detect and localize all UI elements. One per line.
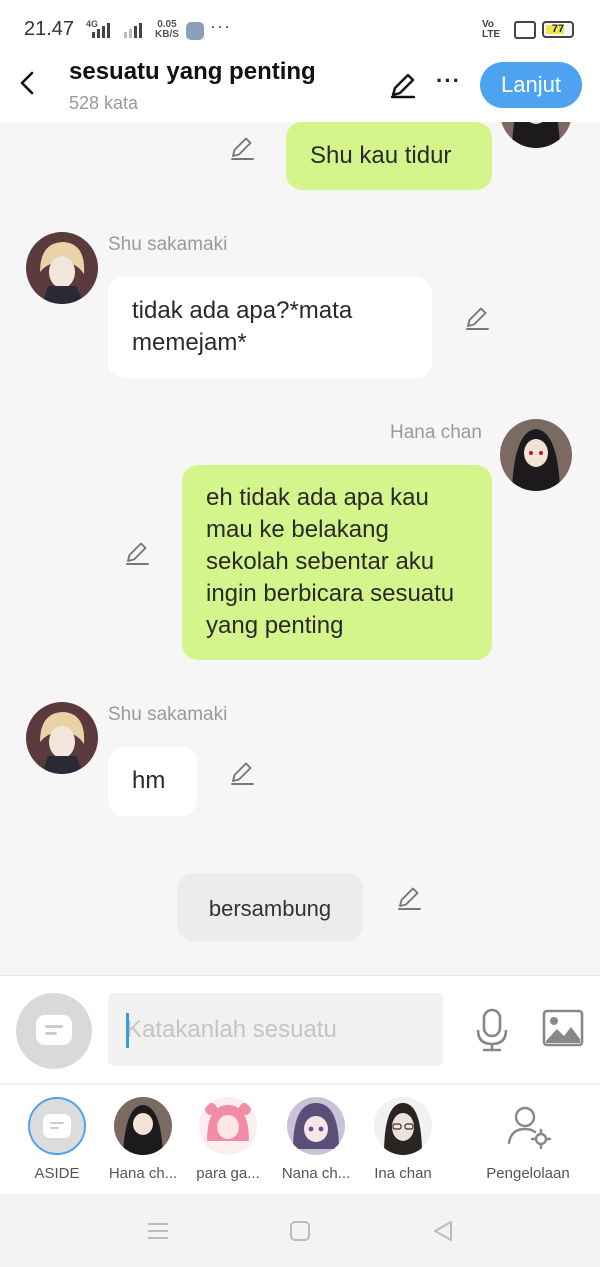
message-text: Shu kau tidur [310,142,452,169]
system-nav-bar [0,1194,600,1267]
avatar-shu[interactable] [26,232,98,304]
pencil-icon[interactable] [228,134,256,162]
character-label: Ina chan [374,1165,432,1182]
pencil-icon[interactable] [463,304,491,332]
sender-name: Shu sakamaki [108,234,228,255]
character-nana[interactable]: Nana ch... [268,1085,364,1195]
status-time: 21.47 [24,18,75,40]
pencil-icon[interactable] [395,884,423,912]
word-count: 528 kata [69,93,139,113]
volte-icon: Vo LTE [482,20,500,40]
signal-icon [92,22,110,38]
message-bubble[interactable]: tidak ada apa?*mata memejam* [108,277,432,378]
pencil-icon[interactable] [123,539,151,567]
avatar-hana[interactable] [500,122,572,148]
screen-record-icon [514,21,536,39]
avatar [114,1097,172,1155]
pencil-icon[interactable] [388,70,418,100]
message-bubble[interactable]: hm [108,747,197,816]
network-speed: 0.05 KB/S [155,20,179,40]
avatar-shu[interactable] [26,702,98,774]
aside-button[interactable] [16,993,92,1069]
chat-area[interactable]: Shu kau tidur Shu sakamaki tidak ada apa… [0,122,600,975]
battery-level: 77 [551,23,565,35]
message-input-bar [0,975,600,1083]
manage-user-icon [499,1097,557,1155]
pencil-icon[interactable] [228,759,256,787]
narration-text: bersambung [208,896,332,921]
avatar-hana[interactable] [500,419,572,491]
status-bar: 21.47 4G 0.05 KB/S ··· Vo LTE 77 [0,0,600,56]
back-triangle-icon[interactable] [430,1218,456,1244]
story-title: sesuatu yang penting [69,58,316,85]
avatar [287,1097,345,1155]
character-label: Hana ch... [108,1165,178,1182]
signal-2-icon [124,22,142,38]
character-ina[interactable]: Ina chan [355,1085,451,1195]
sender-name: Hana chan [390,422,482,443]
microphone-icon[interactable] [474,1008,510,1052]
battery-icon: 77 [542,21,574,38]
manage-button[interactable]: Pengelolaan [475,1085,581,1195]
home-icon[interactable] [287,1218,313,1244]
sender-name: Shu sakamaki [108,704,228,725]
character-label: para ga... [196,1165,260,1182]
volte-bottom: LTE [482,29,501,40]
text-caret [126,1013,129,1048]
message-bubble[interactable]: eh tidak ada apa kau mau ke belakang sek… [182,465,492,660]
message-text: eh tidak ada apa kau mau ke belakang sek… [206,484,455,639]
aside-chat-icon [28,1097,86,1155]
character-label: Pengelolaan [486,1165,570,1182]
narration-bubble[interactable]: bersambung [177,873,363,941]
story-header: sesuatu yang penting 528 kata ··· Lanjut [0,56,600,122]
character-aside[interactable]: ASIDE [9,1085,105,1195]
character-label: Nana ch... [281,1165,351,1182]
image-icon[interactable] [542,1009,584,1047]
status-more: ··· [210,16,231,36]
speed-unit: KB/S [155,29,179,40]
app-notification-icon [186,22,204,40]
avatar [374,1097,432,1155]
message-input[interactable] [108,993,443,1066]
message-text: tidak ada apa?*mata memejam* [132,297,353,356]
next-button[interactable]: Lanjut [480,62,582,108]
character-bar: ASIDE Hana ch... para ga... Nana ch... I… [0,1084,600,1194]
character-hana[interactable]: Hana ch... [95,1085,191,1195]
message-text: hm [132,767,166,794]
aside-chat-icon [36,1015,72,1045]
menu-icon[interactable] [145,1218,171,1244]
character-para-ga[interactable]: para ga... [180,1085,276,1195]
character-label: ASIDE [34,1165,80,1182]
message-bubble[interactable]: Shu kau tidur [286,122,492,190]
back-icon[interactable] [14,68,42,98]
more-icon[interactable]: ··· [436,68,461,94]
avatar [199,1097,257,1155]
